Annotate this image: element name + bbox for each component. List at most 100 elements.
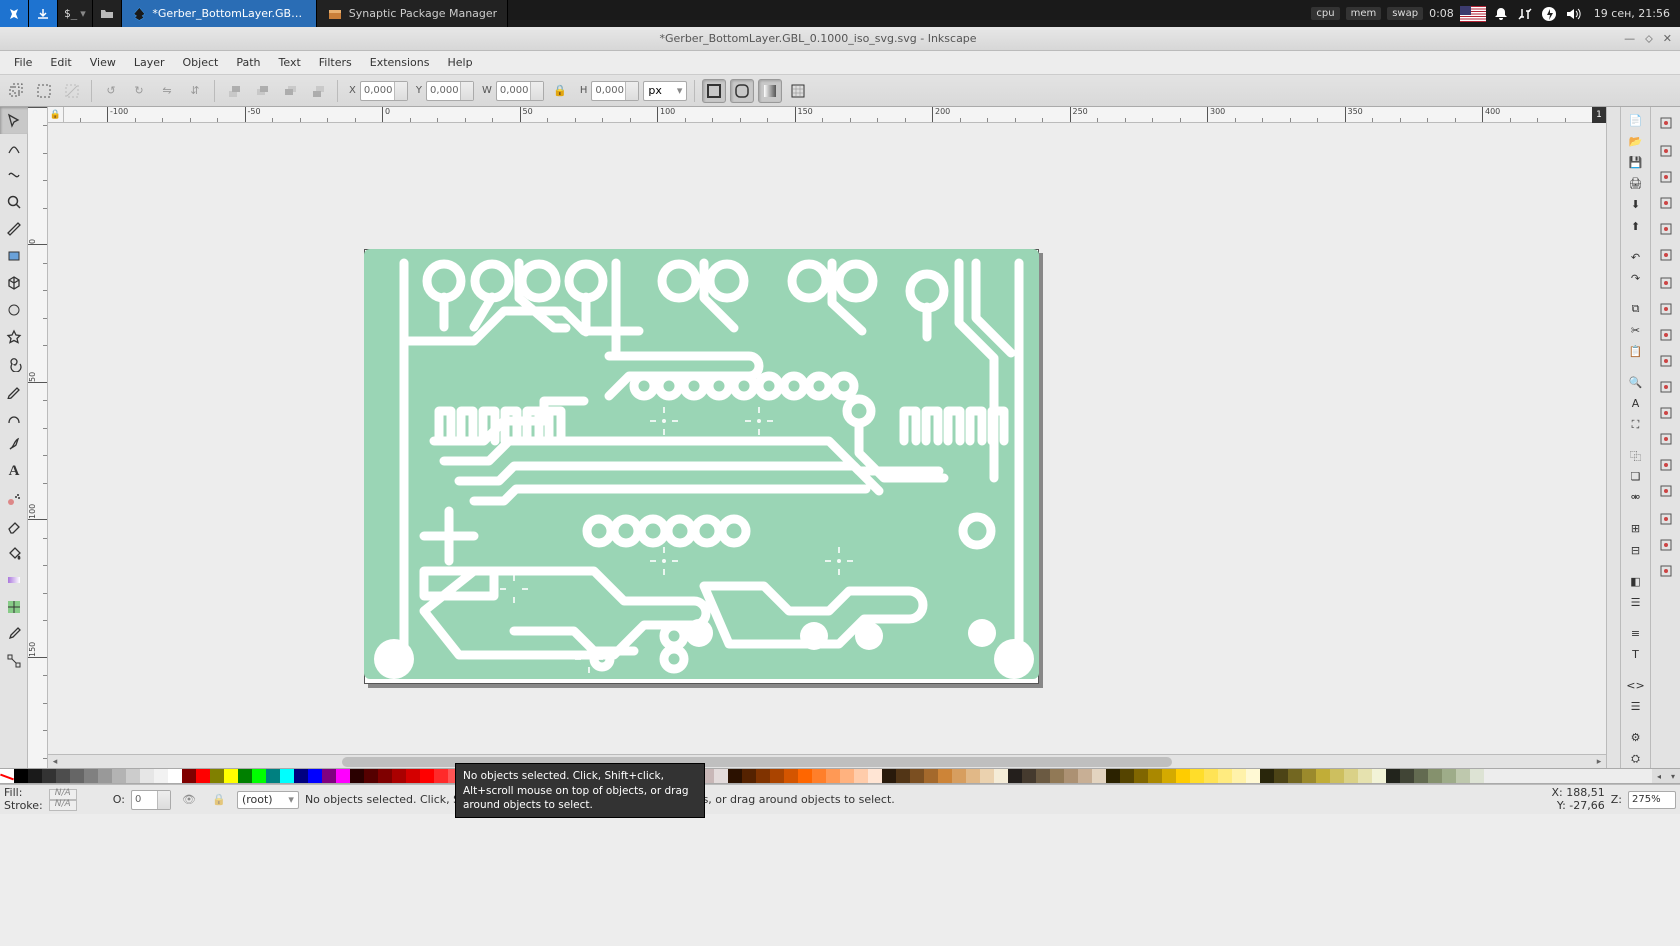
swatch[interactable] — [1106, 769, 1120, 783]
swatch[interactable] — [1260, 769, 1274, 783]
swatch[interactable] — [252, 769, 266, 783]
swatch[interactable] — [434, 769, 448, 783]
swatch[interactable] — [14, 769, 28, 783]
lower-icon[interactable] — [278, 79, 302, 103]
group-icon[interactable]: ⊞ — [1624, 519, 1648, 538]
unit-select[interactable]: px▾ — [643, 81, 687, 101]
gradient-tool[interactable] — [0, 566, 28, 593]
swatch[interactable] — [406, 769, 420, 783]
swatch[interactable] — [84, 769, 98, 783]
swatch[interactable] — [714, 769, 728, 783]
minimize-button[interactable]: — — [1624, 32, 1635, 46]
swatch[interactable] — [980, 769, 994, 783]
swatch[interactable] — [896, 769, 910, 783]
filemanager-launcher[interactable] — [93, 0, 122, 27]
swatch[interactable] — [1246, 769, 1260, 783]
snap-page-icon[interactable] — [1654, 507, 1678, 531]
menu-path[interactable]: Path — [228, 53, 268, 72]
power-icon[interactable] — [1540, 5, 1558, 23]
swap-indicator[interactable]: swap — [1387, 7, 1423, 20]
swatch[interactable] — [392, 769, 406, 783]
export-icon[interactable]: ⬆ — [1624, 216, 1648, 235]
clock[interactable]: 19 сен, 21:56 — [1594, 7, 1670, 20]
scrollbar-vertical[interactable] — [1606, 107, 1620, 768]
node-tool[interactable] — [0, 134, 28, 161]
swatch[interactable] — [1400, 769, 1414, 783]
snap-grid-icon[interactable] — [1654, 533, 1678, 557]
ungroup-icon[interactable]: ⊟ — [1624, 540, 1648, 559]
menu-filters[interactable]: Filters — [311, 53, 360, 72]
object-props-icon[interactable]: ☰ — [1624, 593, 1648, 612]
star-tool[interactable] — [0, 323, 28, 350]
swatch[interactable] — [1442, 769, 1456, 783]
swatch[interactable] — [1176, 769, 1190, 783]
swatch[interactable] — [826, 769, 840, 783]
swatch[interactable] — [1092, 769, 1106, 783]
swatch[interactable] — [266, 769, 280, 783]
swatch[interactable] — [840, 769, 854, 783]
layer-visibility-icon[interactable]: 👁 — [177, 788, 201, 812]
zoom-page-icon[interactable]: ⛶ — [1624, 415, 1648, 434]
swatch[interactable] — [308, 769, 322, 783]
snap-guide-icon[interactable] — [1654, 559, 1678, 583]
select-all-layers-icon[interactable] — [4, 79, 28, 103]
ruler-vertical[interactable]: -50050100150200 — [28, 107, 48, 768]
swatch[interactable] — [1134, 769, 1148, 783]
layer-select[interactable]: (root)▾ — [237, 791, 299, 809]
deselect-icon[interactable] — [60, 79, 84, 103]
swatch[interactable] — [952, 769, 966, 783]
swatch[interactable] — [1148, 769, 1162, 783]
zoom-tool[interactable] — [0, 188, 28, 215]
terminal-launcher[interactable]: $_▾ — [58, 0, 93, 27]
fill-swatch[interactable]: N/A — [49, 789, 77, 800]
menu-extensions[interactable]: Extensions — [362, 53, 438, 72]
unlink-icon[interactable]: ⚮ — [1624, 488, 1648, 507]
snap-bbox-edge-icon[interactable] — [1654, 165, 1678, 189]
swatch[interactable] — [1372, 769, 1386, 783]
snap-intersect-icon[interactable] — [1654, 323, 1678, 347]
zoom-input[interactable]: 275% — [1628, 791, 1676, 809]
redo-icon[interactable]: ↷ — [1624, 269, 1648, 288]
swatch[interactable] — [350, 769, 364, 783]
volume-icon[interactable] — [1564, 5, 1582, 23]
text-icon[interactable]: T — [1624, 645, 1648, 664]
swatch[interactable] — [1470, 769, 1484, 783]
swatch[interactable] — [1232, 769, 1246, 783]
swatch[interactable] — [1120, 769, 1134, 783]
bucket-tool[interactable] — [0, 539, 28, 566]
pcb-drawing[interactable] — [364, 241, 1039, 686]
swatch[interactable] — [1330, 769, 1344, 783]
snap-bbox-center-icon[interactable] — [1654, 243, 1678, 267]
zoom-fit-icon[interactable]: 🔍 — [1624, 373, 1648, 392]
network-icon[interactable] — [1516, 5, 1534, 23]
swatch[interactable] — [1218, 769, 1232, 783]
swatch[interactable] — [742, 769, 756, 783]
measure-tool[interactable] — [0, 215, 28, 242]
xml-editor-icon[interactable]: <> — [1624, 676, 1648, 695]
snap-cusp-icon[interactable] — [1654, 349, 1678, 373]
swatch[interactable] — [378, 769, 392, 783]
cpu-indicator[interactable]: cpu — [1311, 7, 1339, 20]
copy-icon[interactable]: ⧉ — [1624, 300, 1648, 319]
lock-aspect-icon[interactable]: 🔒 — [548, 79, 572, 103]
prefs-icon[interactable]: ⚙ — [1624, 728, 1648, 747]
pencil-tool[interactable] — [0, 377, 28, 404]
swatch[interactable] — [924, 769, 938, 783]
swatch[interactable] — [1162, 769, 1176, 783]
open-icon[interactable]: 📂 — [1624, 132, 1648, 151]
snap-path-icon[interactable] — [1654, 297, 1678, 321]
swatch[interactable] — [966, 769, 980, 783]
ruler-lock-icon[interactable]: 🔒 — [48, 107, 64, 123]
snap-bbox-corner-icon[interactable] — [1654, 191, 1678, 215]
swatch[interactable] — [168, 769, 182, 783]
duplicate-icon[interactable]: ⿻ — [1624, 446, 1648, 465]
swatch[interactable] — [728, 769, 742, 783]
align-icon[interactable]: ≡ — [1624, 624, 1648, 643]
swatch[interactable] — [140, 769, 154, 783]
dropper-tool[interactable] — [0, 620, 28, 647]
swatch[interactable] — [28, 769, 42, 783]
menu-help[interactable]: Help — [439, 53, 480, 72]
swatch[interactable] — [224, 769, 238, 783]
swatch[interactable] — [1190, 769, 1204, 783]
menu-view[interactable]: View — [82, 53, 124, 72]
